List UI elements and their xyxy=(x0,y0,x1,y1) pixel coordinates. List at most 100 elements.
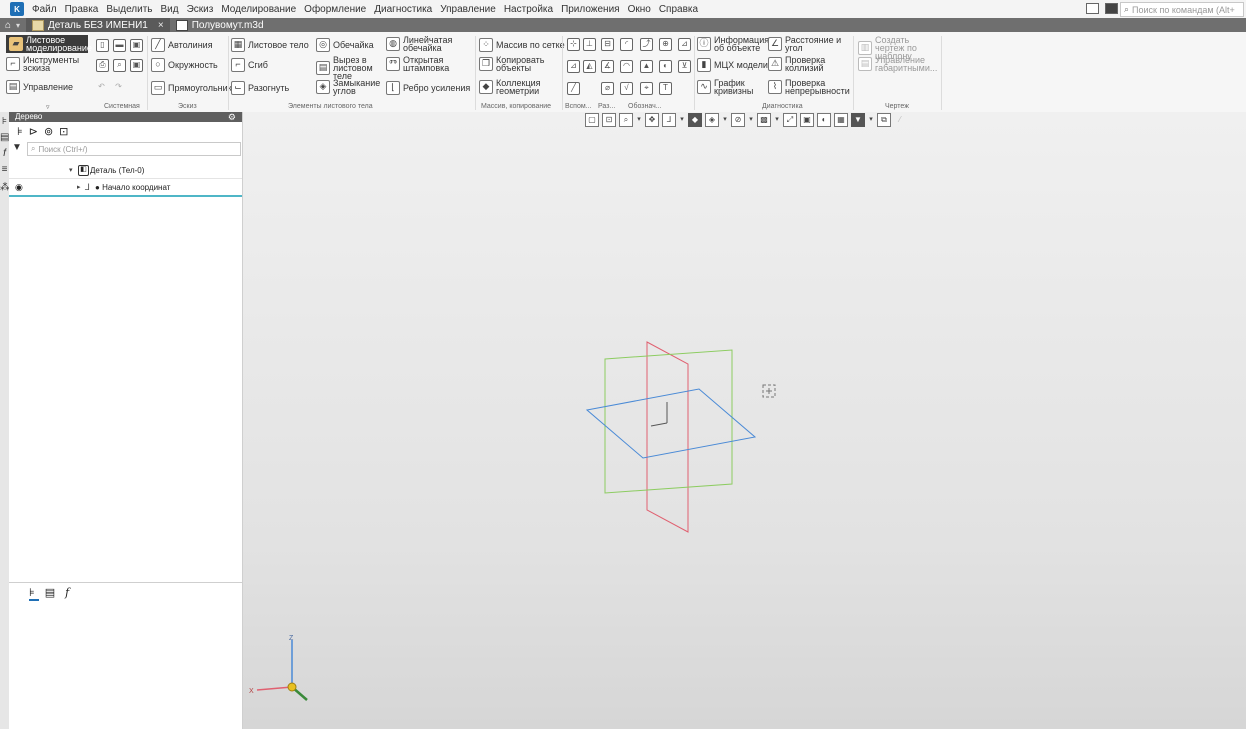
new-document-icon[interactable]: ▯ xyxy=(96,39,109,52)
menu-settings[interactable]: Настройка xyxy=(500,4,557,15)
modes-collapse-icon[interactable]: ▿ xyxy=(46,103,50,111)
menu-view[interactable]: Вид xyxy=(157,4,183,15)
corner-closure-button[interactable]: ◈ Замыкание углов xyxy=(316,79,383,96)
tree-item-detail[interactable]: ▾ ◧ Деталь (Тел-0) xyxy=(9,162,242,179)
weld-icon[interactable]: ⊿ xyxy=(678,38,691,51)
distance-angle-button[interactable]: ∠ Расстояние и угол xyxy=(768,36,843,53)
tree-item-origin[interactable]: ◉ ▸ ⅃ ● Начало координат xyxy=(9,179,242,197)
collapse-icon[interactable]: ▾ xyxy=(69,166,73,174)
restore-window-icon[interactable] xyxy=(1086,3,1099,14)
print-preview-icon[interactable]: ⌕ xyxy=(113,59,126,72)
tree-panel-icon[interactable]: ⊧ xyxy=(0,116,9,127)
sheet-body-button[interactable]: ▦ Листовое тело xyxy=(231,38,309,52)
menu-diagnostics[interactable]: Диагностика xyxy=(370,4,436,15)
layers-panel-icon[interactable]: ≡ xyxy=(0,164,9,175)
menu-select[interactable]: Выделить xyxy=(102,4,156,15)
command-search-input[interactable]: ⌕ Поиск по командам (Alt+ xyxy=(1120,2,1244,17)
arc-size-icon[interactable]: ◠ xyxy=(620,60,633,73)
close-tab-icon[interactable]: × xyxy=(158,20,164,31)
rectangle-button[interactable]: ▭ Прямоугольник xyxy=(151,81,232,95)
autoline-button[interactable]: ╱ Автолиния xyxy=(151,38,213,52)
object-info-button[interactable]: ⓘ Информация об объекте xyxy=(697,36,778,53)
mode-sketch-tools[interactable]: ⌐ Инструменты эскиза xyxy=(6,56,86,73)
expand-icon[interactable]: ▸ xyxy=(77,183,81,191)
circle-button[interactable]: ○ Окружность xyxy=(151,58,218,72)
aux-axis-icon[interactable]: ⊥ xyxy=(583,38,596,51)
continuity-check-icon: ⌇ xyxy=(768,80,782,94)
menu-management[interactable]: Управление xyxy=(436,4,500,15)
plane-xz[interactable] xyxy=(646,341,689,533)
curvature-graph-button[interactable]: ∿ График кривизны xyxy=(697,79,760,96)
ruled-shell-button[interactable]: ◍ Линейчатая обечайка xyxy=(386,36,452,53)
tree-links-icon[interactable]: ⊚ xyxy=(44,125,53,138)
tree-sequence-icon[interactable]: ⊳ xyxy=(29,125,38,138)
undo-icon[interactable]: ↶ xyxy=(96,82,107,93)
mode-management[interactable]: ▤ Управление xyxy=(6,80,73,94)
rib-button[interactable]: ⌊ Ребро усиления xyxy=(386,81,470,95)
structure-panel-icon[interactable]: ⁂ xyxy=(0,182,10,193)
variables-panel-icon[interactable]: f xyxy=(0,148,9,159)
aux-lcs-icon[interactable]: ◭ xyxy=(583,60,596,73)
tree-search-input[interactable]: ⌕ Поиск (Ctrl+/) xyxy=(27,142,241,156)
menu-window[interactable]: Окно xyxy=(624,4,655,15)
shell-button[interactable]: ◎ Обечайка xyxy=(316,38,374,52)
aux-plane-icon[interactable]: ⊿ xyxy=(567,60,580,73)
tab-polukhomut[interactable]: Полувомут.m3d xyxy=(170,18,270,32)
tolerance-icon[interactable]: ⌖ xyxy=(640,82,653,95)
open-folder-icon[interactable]: ▬ xyxy=(113,39,126,52)
leader-icon[interactable]: ⤴ xyxy=(640,38,653,51)
app-logo-icon[interactable]: K xyxy=(10,2,24,16)
eye-icon[interactable]: ◉ xyxy=(15,182,23,193)
mode-sheet-modeling[interactable]: ▰ Листовое моделирование xyxy=(6,35,92,53)
bottom-properties-tab-icon[interactable]: ▤ xyxy=(45,586,55,599)
unbend-button[interactable]: ⌙ Разогнуть xyxy=(231,81,289,95)
grid-array-button[interactable]: ⁘ Массив по сетке xyxy=(479,38,565,52)
home-icon[interactable]: ⌂ xyxy=(0,20,16,31)
continuity-check-button[interactable]: ⌇ Проверка непрерывности xyxy=(768,79,859,96)
print-icon[interactable]: ⎙ xyxy=(96,59,109,72)
geometry-collection-button[interactable]: ◆ Коллекция геометрии xyxy=(479,79,544,96)
3d-viewport[interactable]: ▢ ⊡ ⌕ ▾ ✥ ⅃ ▾ ◆ ◈ ▾ ⊘ ▾ ▩ ▾ ⤢ ▣ ◐ ▦ ▼ ▾ … xyxy=(243,112,1246,729)
redo-icon[interactable]: ↷ xyxy=(113,82,124,93)
thread-icon[interactable]: ⊕ xyxy=(659,38,672,51)
diameter-size-icon[interactable]: ⌀ xyxy=(601,82,614,95)
menu-modeling[interactable]: Моделирование xyxy=(217,4,300,15)
radial-size-icon[interactable]: ◜ xyxy=(620,38,633,51)
text-icon[interactable]: T xyxy=(659,82,672,95)
section-mark-icon[interactable]: ⊻ xyxy=(678,60,691,73)
save-all-icon[interactable]: ▣ xyxy=(130,59,143,72)
plane-xy[interactable] xyxy=(585,388,757,459)
layout-window-icon[interactable] xyxy=(1105,3,1118,14)
menu-applications[interactable]: Приложения xyxy=(557,4,624,15)
aux-line-icon[interactable]: ╱ xyxy=(567,82,580,95)
tree-structure-icon[interactable]: ⊧ xyxy=(17,125,23,138)
plane-yz[interactable] xyxy=(604,349,733,494)
base-mark-icon[interactable]: ▲ xyxy=(640,60,653,73)
gear-icon[interactable]: ⚙ xyxy=(228,112,236,122)
menu-formatting[interactable]: Оформление xyxy=(300,4,370,15)
menu-edit[interactable]: Правка xyxy=(61,4,103,15)
filter-icon[interactable]: ▼ xyxy=(12,142,22,153)
linear-size-icon[interactable]: ⊟ xyxy=(601,38,614,51)
search-icon: ⌕ xyxy=(1124,4,1130,14)
sheet-cut-button[interactable]: ▤ Вырез в листовом теле xyxy=(316,56,385,81)
aux-point-icon[interactable]: ⊹ xyxy=(567,38,580,51)
bottom-variables-tab-icon[interactable]: f xyxy=(65,586,69,599)
tab-dropdown-icon[interactable]: ▾ xyxy=(16,21,26,30)
roughness-icon[interactable]: √ xyxy=(620,82,633,95)
menu-help[interactable]: Справка xyxy=(655,4,702,15)
copy-objects-button[interactable]: ❐ Копировать объекты xyxy=(479,56,544,73)
position-mark-icon[interactable]: ◐ xyxy=(659,60,672,73)
bottom-tree-tab-icon[interactable]: ⊧ xyxy=(29,586,35,599)
angular-size-icon[interactable]: ∡ xyxy=(601,60,614,73)
tree-view-icon[interactable]: ⊡ xyxy=(59,125,68,138)
properties-panel-icon[interactable]: ▤ xyxy=(0,132,9,143)
menu-sketch[interactable]: Эскиз xyxy=(183,4,218,15)
tab-detail-unnamed[interactable]: Деталь БЕЗ ИМЕНИ1 × xyxy=(26,18,170,32)
open-stamping-button[interactable]: Ⱅ Открытая штамповка xyxy=(386,56,453,73)
bend-button[interactable]: ⌐ Сгиб xyxy=(231,58,268,72)
mass-properties-button[interactable]: ▮ МЦХ модели xyxy=(697,58,768,72)
menu-file[interactable]: Файл xyxy=(28,4,61,15)
save-icon[interactable]: ▣ xyxy=(130,39,143,52)
collision-check-button[interactable]: ⚠ Проверка коллизий xyxy=(768,56,833,73)
